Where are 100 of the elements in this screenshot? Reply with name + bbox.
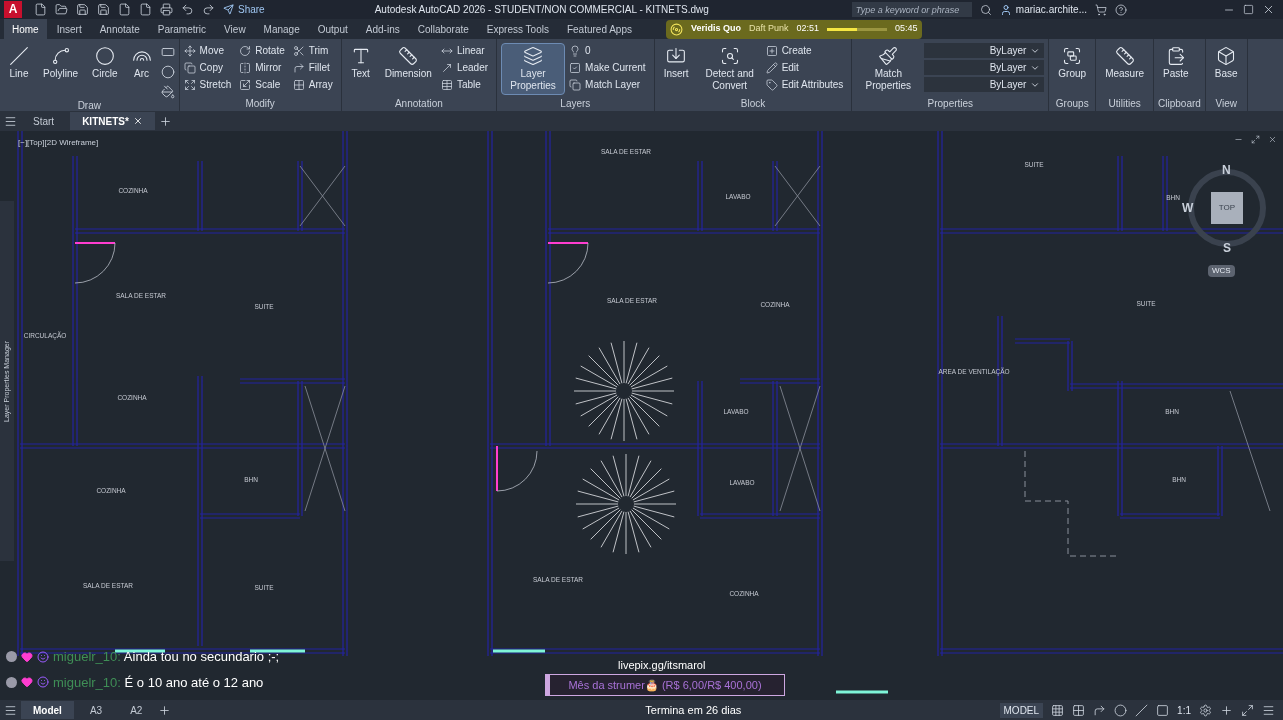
property-dropdown[interactable]: ByLayer xyxy=(924,43,1045,58)
file-tab[interactable]: KITNETS* xyxy=(70,112,155,130)
ribbon-small-button[interactable]: 0 xyxy=(569,43,650,58)
ucs-menu[interactable]: WCS xyxy=(1208,265,1235,277)
close-icon[interactable] xyxy=(132,116,143,126)
file-tab[interactable]: Start xyxy=(21,112,67,130)
ribbon-small-button[interactable]: Edit Attributes xyxy=(765,77,848,92)
layout-tab[interactable]: Model xyxy=(21,701,74,719)
ribbon-tool-button[interactable]: Detect and Convert xyxy=(697,43,762,95)
ribbon-tab[interactable]: Annotate xyxy=(91,19,148,39)
panel-title[interactable]: Modify xyxy=(245,97,275,111)
ribbon-small-button[interactable]: Mirror xyxy=(239,60,289,75)
help-icon[interactable] xyxy=(1115,3,1127,16)
ribbon-tool-button[interactable]: Match Properties xyxy=(856,43,921,95)
ribbon-small-button[interactable]: Create xyxy=(765,43,848,58)
panel-title[interactable]: Utilities xyxy=(1108,97,1141,111)
panel-title[interactable]: View xyxy=(1215,97,1237,111)
ribbon-tab[interactable]: Featured Apps xyxy=(558,19,640,39)
ribbon-small-button[interactable]: Leader xyxy=(440,60,493,75)
document-icon[interactable] xyxy=(118,3,131,16)
undo-icon[interactable] xyxy=(181,3,194,16)
ribbon-small-button[interactable]: Rotate xyxy=(239,43,289,58)
ribbon-tab[interactable]: Home xyxy=(4,19,47,39)
ribbon-tool-button[interactable]: Text xyxy=(345,43,376,83)
ribbon-small-button[interactable]: Scale xyxy=(239,77,289,92)
ribbon-tab[interactable]: Parametric xyxy=(149,19,215,39)
user-button[interactable]: mariac.archite... xyxy=(999,2,1087,17)
ribbon-small-button[interactable]: Linear xyxy=(440,43,493,58)
ribbon-tool-button[interactable]: Paste xyxy=(1158,43,1194,83)
ribbon-tab[interactable]: Insert xyxy=(48,19,90,39)
ribbon-tool-button[interactable]: Base xyxy=(1209,43,1243,83)
ribbon-tool-button[interactable]: Circle xyxy=(87,43,123,83)
cube-face[interactable]: TOP xyxy=(1211,192,1243,224)
viewcube[interactable]: N W TOP S WCS xyxy=(1180,161,1275,311)
ribbon-small-button[interactable]: Make Current xyxy=(569,60,650,75)
ribbon-tab[interactable]: View xyxy=(216,19,254,39)
panel-title[interactable]: Clipboard xyxy=(1158,97,1201,111)
ribbon-tool-button[interactable]: Layer Properties xyxy=(501,43,566,95)
panel-title[interactable]: Layers xyxy=(560,97,591,111)
plus-icon[interactable] xyxy=(1220,703,1233,717)
menu-icon[interactable] xyxy=(4,114,17,128)
cart-icon[interactable] xyxy=(1095,3,1107,16)
search-icon[interactable] xyxy=(979,3,992,16)
model-space-button[interactable]: MODEL xyxy=(999,702,1044,718)
ellipse-icon[interactable] xyxy=(160,65,175,79)
panel-title[interactable]: Properties xyxy=(927,97,974,111)
share-button[interactable]: Share xyxy=(223,2,265,17)
layout-tab[interactable]: A3 xyxy=(77,701,115,719)
square-icon[interactable] xyxy=(1156,703,1170,717)
ribbon-tab[interactable]: Manage xyxy=(255,19,308,39)
annotation-scale-button[interactable]: 1:1 xyxy=(1177,702,1191,718)
layout-tab[interactable]: A2 xyxy=(118,701,155,719)
ribbon-tool-button[interactable]: Polyline xyxy=(38,43,84,83)
ribbon-small-button[interactable]: Stretch xyxy=(183,77,236,92)
fullscreen-icon[interactable] xyxy=(1241,703,1254,717)
ribbon-small-button[interactable]: Fillet xyxy=(292,60,337,75)
new-layout-icon[interactable] xyxy=(158,703,172,717)
ribbon-tool-button[interactable]: Group xyxy=(1053,43,1092,83)
ribbon-tool-button[interactable]: Line xyxy=(4,43,34,83)
ribbon-small-button[interactable]: Trim xyxy=(292,43,337,58)
save-icon[interactable] xyxy=(76,3,89,16)
settings-icon[interactable] xyxy=(1199,703,1212,717)
new-tab-icon[interactable] xyxy=(158,114,172,128)
save-as-icon[interactable] xyxy=(97,3,110,16)
folder-icon[interactable] xyxy=(55,3,68,16)
property-dropdown[interactable]: ByLayer xyxy=(924,60,1045,75)
ribbon-small-button[interactable]: Match Layer xyxy=(569,77,650,92)
redo-icon[interactable] xyxy=(202,3,215,16)
panel-title[interactable]: Draw xyxy=(77,99,101,113)
ribbon-small-button[interactable]: Copy xyxy=(183,60,236,75)
menu-icon[interactable] xyxy=(4,703,17,717)
panel-title[interactable]: Block xyxy=(740,97,766,111)
ribbon-tool-button[interactable]: Insert xyxy=(658,43,694,83)
rectangle-icon[interactable] xyxy=(160,45,175,59)
ribbon-tool-button[interactable]: Arc xyxy=(126,43,157,83)
ribbon-tool-button[interactable]: Dimension xyxy=(379,43,437,83)
ribbon-small-button[interactable]: Array xyxy=(292,77,337,92)
printer-icon[interactable] xyxy=(160,3,173,16)
ribbon-tab[interactable]: Output xyxy=(309,19,356,39)
property-dropdown[interactable]: ByLayer xyxy=(924,77,1045,92)
viewport-controls[interactable]: [−][Top][2D Wireframe] xyxy=(18,137,99,149)
grid-icon[interactable] xyxy=(1051,703,1065,717)
ribbon-small-button[interactable]: Table xyxy=(440,77,493,92)
ribbon-tab[interactable]: Collaborate xyxy=(409,19,477,39)
ribbon-small-button[interactable]: Edit xyxy=(765,60,848,75)
menu-icon[interactable] xyxy=(1262,703,1275,717)
ribbon-tab[interactable]: Add-ins xyxy=(357,19,408,39)
line-icon[interactable] xyxy=(1135,703,1149,717)
maximize-icon[interactable] xyxy=(1243,4,1254,15)
search-field[interactable]: Type a keyword or phrase xyxy=(851,2,972,17)
panel-title[interactable]: Groups xyxy=(1055,97,1089,111)
restore-icon[interactable] xyxy=(1251,135,1260,144)
close-icon[interactable] xyxy=(1268,135,1277,144)
new-file-icon[interactable] xyxy=(34,3,47,16)
close-icon[interactable] xyxy=(1262,3,1275,16)
ribbon-tool-button[interactable]: Measure xyxy=(1100,43,1150,83)
app-menu-button[interactable]: A xyxy=(4,1,22,18)
ribbon-small-button[interactable]: Move xyxy=(183,43,236,58)
panel-title[interactable]: Annotation xyxy=(394,97,443,111)
ribbon-tab[interactable]: Express Tools xyxy=(478,19,557,39)
